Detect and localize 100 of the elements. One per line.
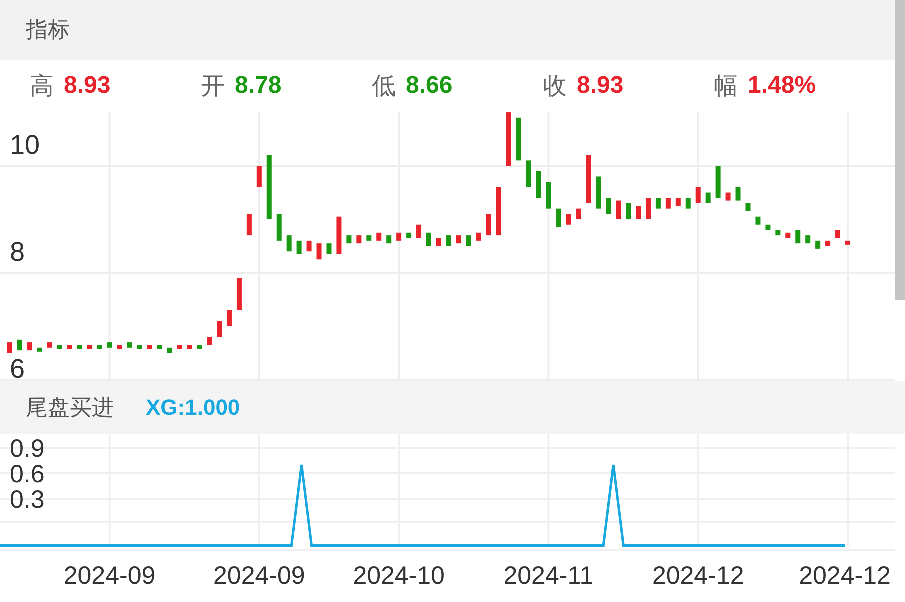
candle xyxy=(616,200,622,220)
candle xyxy=(107,342,112,348)
candle xyxy=(656,198,661,209)
candle xyxy=(516,118,522,161)
candle xyxy=(696,187,701,204)
candle xyxy=(436,238,442,246)
candle xyxy=(646,198,651,220)
candle xyxy=(526,160,532,188)
candle xyxy=(127,342,132,348)
candle xyxy=(236,278,242,310)
stat-label: 高 xyxy=(30,72,54,102)
candle xyxy=(566,214,572,225)
stat-value: 8.78 xyxy=(235,72,282,100)
axis-label: 6 xyxy=(10,354,26,381)
candle xyxy=(796,230,801,244)
stat-label: 幅 xyxy=(714,72,738,102)
stat-value: 1.48% xyxy=(748,72,816,100)
candle xyxy=(17,340,22,351)
candle xyxy=(217,321,222,338)
axis-label: 10 xyxy=(10,130,40,160)
candle xyxy=(836,230,841,238)
candle xyxy=(666,198,671,209)
candle xyxy=(346,236,352,244)
candle xyxy=(67,345,72,350)
candle xyxy=(726,192,731,201)
candle xyxy=(8,342,12,354)
candle xyxy=(147,345,152,350)
candle xyxy=(246,214,252,236)
scrollbar[interactable] xyxy=(895,0,905,300)
candle xyxy=(606,198,612,214)
axis-label: 0.9 xyxy=(10,435,45,463)
candle xyxy=(826,240,831,246)
candle xyxy=(466,236,472,246)
candle xyxy=(386,236,392,244)
indicator-reading: XG:1.000 xyxy=(146,394,240,420)
candle xyxy=(536,171,542,198)
candle xyxy=(546,182,552,209)
candle xyxy=(366,236,372,241)
candle xyxy=(306,240,312,252)
candle xyxy=(426,232,432,246)
panel-title: 指标 xyxy=(26,16,70,44)
candle xyxy=(786,232,791,238)
candle xyxy=(266,155,272,220)
axis-label: 2024-12 xyxy=(652,562,744,590)
candle xyxy=(756,216,761,225)
candle xyxy=(506,112,512,166)
stat-value: 8.93 xyxy=(64,72,111,100)
candle xyxy=(736,187,741,201)
candle xyxy=(197,345,202,350)
candle xyxy=(496,187,502,236)
candle xyxy=(416,224,422,238)
candle xyxy=(746,203,751,212)
candle xyxy=(177,345,182,350)
axis-label: 8 xyxy=(10,237,26,268)
candle xyxy=(356,236,362,244)
candle xyxy=(406,232,412,238)
candle xyxy=(626,203,632,220)
axis-label: 2024-10 xyxy=(353,562,445,590)
candle xyxy=(27,342,32,351)
candle xyxy=(276,214,282,241)
candle xyxy=(157,345,162,350)
stat-label: 开 xyxy=(201,72,225,102)
candle xyxy=(137,345,142,350)
candle xyxy=(296,240,302,254)
stat-label: 收 xyxy=(543,72,567,102)
candle xyxy=(556,208,562,228)
candle xyxy=(336,216,342,254)
candle xyxy=(37,348,42,352)
candle xyxy=(486,214,492,236)
candle xyxy=(806,236,811,244)
candle xyxy=(87,345,92,350)
candle xyxy=(776,230,781,236)
candle xyxy=(376,232,382,241)
candle xyxy=(676,198,681,206)
candle xyxy=(476,232,482,241)
stat-value: 8.66 xyxy=(406,72,453,100)
candle xyxy=(47,342,52,348)
candle xyxy=(57,345,62,350)
candle xyxy=(456,236,462,244)
candle xyxy=(256,166,262,188)
candle xyxy=(207,337,212,346)
candle xyxy=(77,345,82,350)
axis-label: 2024-11 xyxy=(504,562,594,590)
candle xyxy=(716,166,721,198)
candle xyxy=(766,224,771,230)
candle xyxy=(316,244,322,260)
candle xyxy=(686,198,691,209)
candle xyxy=(636,206,641,220)
indicator-name: 尾盘买进 xyxy=(26,394,114,422)
candle xyxy=(446,236,452,246)
candle xyxy=(117,345,122,350)
candle xyxy=(167,348,172,354)
candle xyxy=(576,208,582,220)
candle xyxy=(596,176,602,209)
candle xyxy=(97,345,102,350)
stat-value: 8.93 xyxy=(577,72,624,100)
axis-label: 0.6 xyxy=(10,460,45,488)
stat-label: 低 xyxy=(372,72,396,102)
axis-label: 2024-09 xyxy=(64,562,156,590)
candle xyxy=(286,236,292,252)
